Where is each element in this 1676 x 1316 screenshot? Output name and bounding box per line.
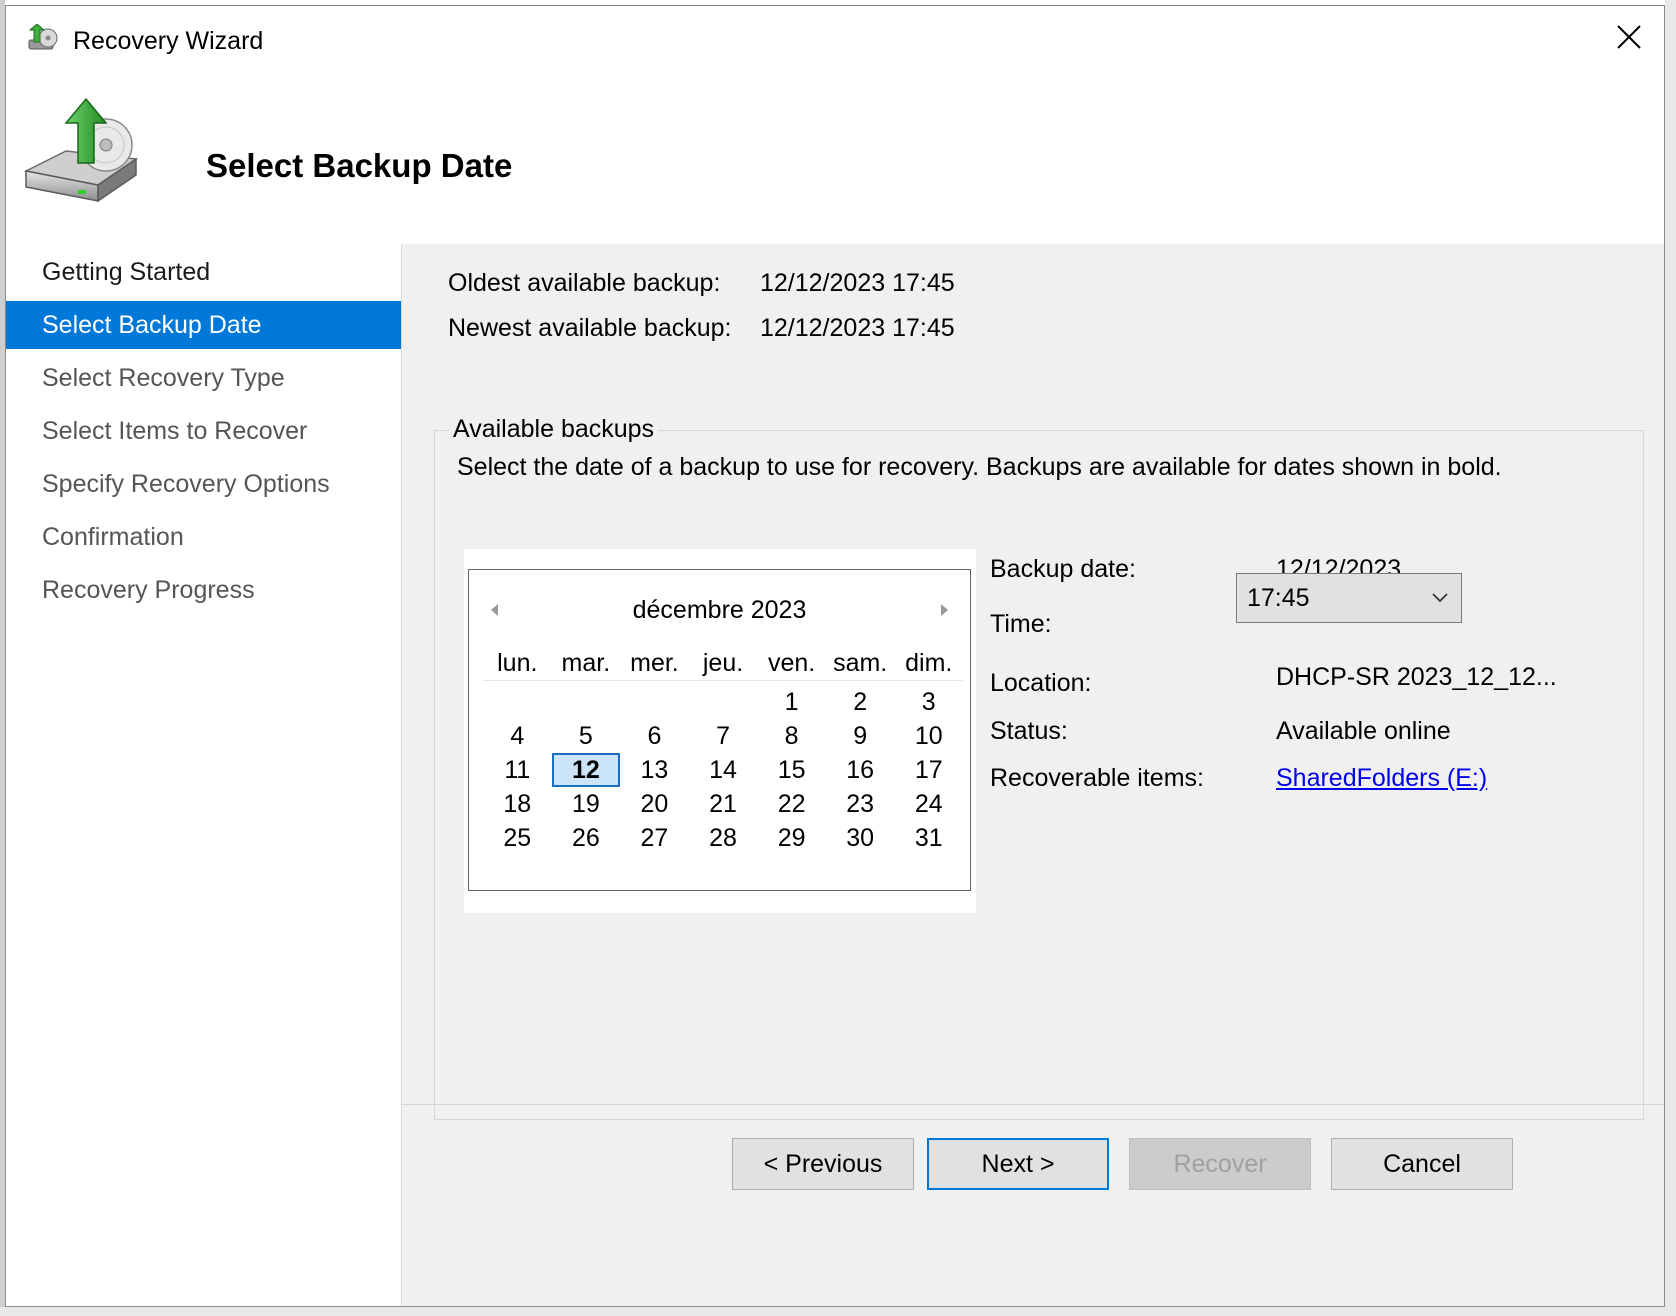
page-title: Select Backup Date [206, 147, 513, 184]
nav-item-select-items-to-recover[interactable]: Select Items to Recover [6, 407, 401, 455]
calendar-day[interactable]: 16 [826, 753, 895, 787]
nav-item-confirmation[interactable]: Confirmation [6, 513, 401, 561]
title-bar: Recovery Wizard [6, 6, 1664, 68]
status-label: Status: [990, 717, 1068, 745]
calendar-day[interactable]: 13 [620, 753, 689, 787]
calendar-empty-cell [620, 685, 689, 719]
calendar-empty-cell [552, 685, 621, 719]
calendar-day[interactable]: 19 [552, 787, 621, 821]
calendar-day[interactable]: 11 [483, 753, 552, 787]
time-select-value: 17:45 [1247, 584, 1310, 612]
wizard-header: Select Backup Date [6, 68, 1664, 244]
calendar-day[interactable]: 4 [483, 719, 552, 753]
nav-item-select-recovery-type[interactable]: Select Recovery Type [6, 354, 401, 402]
previous-button[interactable]: < Previous [732, 1138, 914, 1190]
close-button[interactable] [1594, 6, 1664, 68]
calendar-day[interactable]: 31 [894, 821, 963, 855]
weekday-label: ven. [767, 649, 816, 677]
calendar-day[interactable]: 9 [826, 719, 895, 753]
calendar-empty-cell [689, 685, 758, 719]
calendar-day[interactable]: 28 [689, 821, 758, 855]
calendar-week-row: 123 [483, 685, 963, 719]
nav-item-select-backup-date[interactable]: Select Backup Date [6, 301, 401, 349]
nav-item-getting-started[interactable]: Getting Started [6, 248, 401, 296]
calendar-day[interactable]: 23 [826, 787, 895, 821]
calendar-day[interactable]: 6 [620, 719, 689, 753]
next-button[interactable]: Next > [927, 1138, 1109, 1190]
calendar-day[interactable]: 24 [894, 787, 963, 821]
footer-divider [402, 1104, 1664, 1105]
calendar-day[interactable]: 27 [620, 821, 689, 855]
newest-backup-label: Newest available backup: [448, 314, 732, 342]
calendar-day[interactable]: 20 [620, 787, 689, 821]
wizard-content: Oldest available backup: 12/12/2023 17:4… [402, 244, 1664, 1306]
backup-date-label: Backup date: [990, 555, 1136, 583]
weekday-label: mer. [630, 649, 679, 677]
calendar-day[interactable]: 1 [757, 685, 826, 719]
recoverable-items-label: Recoverable items: [990, 764, 1204, 792]
calendar-day[interactable]: 5 [552, 719, 621, 753]
calendar-week-row: 25 26 27 28 29 30 31 [483, 821, 963, 855]
wizard-steps-nav: Getting Started Select Backup Date Selec… [6, 244, 402, 1306]
calendar-week-row: 18 19 20 21 22 23 24 [483, 787, 963, 821]
background-window-edge [0, 1307, 1676, 1316]
backup-recovery-icon [23, 97, 139, 203]
weekday-label: sam. [833, 649, 888, 677]
instruction-text: Select the date of a backup to use for r… [457, 453, 1502, 481]
weekday-label: jeu. [702, 649, 744, 677]
calendar-day[interactable]: 3 [894, 685, 963, 719]
calendar-empty-cell [483, 685, 552, 719]
chevron-down-icon [1432, 593, 1448, 603]
calendar-day[interactable]: 10 [894, 719, 963, 753]
calendar-day[interactable]: 21 [689, 787, 758, 821]
calendar-day[interactable]: 7 [689, 719, 758, 753]
calendar-grid: lun. mar. mer. jeu. ven. sam. dim. 1 2 3 4 5 6 7 8 9 10 1… [483, 646, 963, 855]
calendar-day[interactable]: 30 [826, 821, 895, 855]
recovery-wizard-app-icon [28, 24, 58, 50]
calendar-day[interactable]: 22 [757, 787, 826, 821]
status-value: Available online [1276, 717, 1451, 745]
calendar-day[interactable]: 12 [551, 753, 621, 787]
calendar-month-label[interactable]: décembre 2023 [469, 596, 970, 625]
calendar-day[interactable]: 15 [757, 753, 826, 787]
calendar-day[interactable]: 8 [757, 719, 826, 753]
next-month-icon[interactable] [934, 598, 954, 622]
weekday-label: mar. [561, 649, 611, 677]
window-title: Recovery Wizard [73, 27, 264, 55]
calendar-day[interactable]: 25 [483, 821, 552, 855]
weekday-label: dim. [905, 649, 953, 677]
recoverable-items-link[interactable]: SharedFolders (E:) [1276, 764, 1487, 793]
location-label: Location: [990, 669, 1092, 697]
location-value: DHCP-SR 2023_12_12... [1276, 663, 1557, 691]
recovery-wizard-window: Recovery Wizard Select Backup Date Getti… [5, 5, 1665, 1307]
time-select[interactable]: 17:45 [1236, 573, 1462, 623]
calendar-day[interactable]: 29 [757, 821, 826, 855]
nav-item-specify-recovery-options[interactable]: Specify Recovery Options [6, 460, 401, 508]
available-backups-group: Available backups Select the date of a b… [434, 415, 1644, 1120]
newest-backup-value: 12/12/2023 17:45 [760, 314, 955, 342]
background-window-edge [1665, 0, 1676, 1316]
oldest-backup-label: Oldest available backup: [448, 269, 721, 297]
calendar-day[interactable]: 26 [552, 821, 621, 855]
calendar-weekday-header: lun. mar. mer. jeu. ven. sam. dim. [483, 646, 963, 681]
weekday-label: lun. [497, 649, 538, 677]
calendar-day[interactable]: 14 [689, 753, 758, 787]
calendar-day[interactable]: 2 [826, 685, 895, 719]
close-icon [1617, 25, 1641, 49]
calendar-day[interactable]: 17 [894, 753, 963, 787]
calendar-container: décembre 2023 lun. mar. mer. jeu. ven. sam. di… [464, 549, 976, 913]
month-calendar: décembre 2023 lun. mar. mer. jeu. ven. sam. di… [468, 569, 971, 891]
calendar-day[interactable]: 18 [483, 787, 552, 821]
oldest-backup-value: 12/12/2023 17:45 [760, 269, 955, 297]
recover-button[interactable]: Recover [1129, 1138, 1311, 1190]
time-label: Time: [990, 610, 1052, 638]
available-backups-title: Available backups [449, 415, 659, 444]
nav-item-recovery-progress[interactable]: Recovery Progress [6, 566, 401, 614]
calendar-week-row: 11 12 13 14 15 16 17 [483, 753, 963, 787]
cancel-button[interactable]: Cancel [1331, 1138, 1513, 1190]
calendar-week-row: 4 5 6 7 8 9 10 [483, 719, 963, 753]
